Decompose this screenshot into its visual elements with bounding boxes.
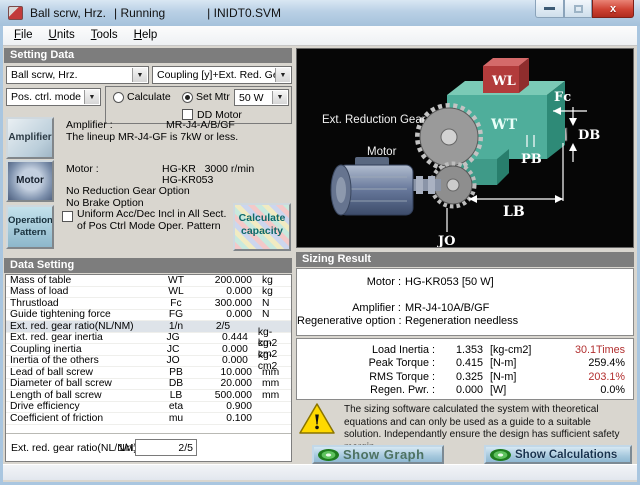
calculate-radio-label: Calculate [127, 91, 171, 103]
gear-ratio-symbol: 1/n: [118, 442, 136, 454]
result-regen-value: Regeneration needless [401, 315, 518, 327]
show-calculations-button[interactable]: Show Calculations [484, 445, 632, 464]
coupling-dropdown[interactable]: Coupling [y]+Ext. Red. Gear [y] ▼ [152, 66, 292, 84]
title-bar[interactable]: Ball scrw, Hrz. | Running | INIDT0.SVM x [0, 0, 640, 26]
metric-row: Load Inertia : 1.353 [kg-cm2] 30.1Times [297, 343, 633, 357]
sizing-result-header: Sizing Result [296, 252, 634, 267]
table-row[interactable]: Coefficient of frictionmu0.100 [6, 413, 291, 425]
table-row[interactable]: Length of ball screwLB500.000mm [6, 390, 291, 402]
capacity-dropdown[interactable]: 50 W ▼ [234, 89, 289, 106]
close-icon: x [610, 3, 616, 15]
motor-diagram-label: Motor [367, 146, 397, 158]
table-row[interactable]: Lead of ball screwPB10.000mm [6, 367, 291, 379]
mechanism-dropdown[interactable]: Ball scrw, Hrz. ▼ [6, 66, 149, 84]
motor-note-reduction: No Reduction Gear Option [66, 185, 190, 197]
fc-label: Fc [554, 90, 571, 105]
chevron-down-icon: ▼ [132, 68, 147, 82]
close-button[interactable]: x [592, 0, 634, 18]
window-status: | Running [114, 6, 165, 20]
calculate-capacity-button[interactable]: Calculate capacity [233, 203, 291, 251]
amplifier-note: The lineup MR-J4-GF is 7kW or less. [66, 131, 238, 143]
jo-label: JO [437, 234, 455, 247]
amplifier-value: MR-J4-A/B/GF [166, 119, 235, 131]
table-row[interactable]: Drive efficiencyeta0.900 [6, 402, 291, 414]
result-panel: WL WT [296, 46, 634, 462]
result-amplifier-label: Amplifier : [297, 302, 401, 314]
exclamation-icon: ! [313, 410, 322, 434]
chevron-down-icon: ▼ [275, 68, 290, 82]
table-row[interactable]: ThrustloadFc300.000N [6, 298, 291, 310]
warning-icon: ! [298, 402, 336, 436]
table-row[interactable]: Diameter of ball screwDB20.000mm [6, 379, 291, 391]
table-row[interactable]: Mass of loadWL0.000kg [6, 287, 291, 299]
control-mode-dropdown[interactable]: Pos. ctrl. mode ▼ [6, 88, 101, 106]
metric-row: RMS Torque : 0.325 [N-m] 203.1% [297, 370, 633, 384]
result-regen-label: Regenerative option : [297, 315, 401, 327]
metric-row: Peak Torque : 0.415 [N-m] 259.4% [297, 357, 633, 371]
uniform-accdec-checkbox[interactable] [62, 211, 73, 222]
data-setting-header: Data Setting [4, 258, 292, 273]
menu-bar: File Units Tools Help [3, 26, 637, 46]
app-icon [8, 6, 23, 20]
gear-ratio-input[interactable] [135, 439, 197, 456]
minimize-button[interactable] [535, 0, 564, 18]
setting-data-header: Setting Data [4, 48, 292, 63]
motor-button[interactable]: Motor [6, 160, 54, 202]
ball-screw-diagram: WL WT [297, 49, 633, 247]
mechanism-illustration: WL WT [296, 48, 634, 248]
regen-power-ratio: 0.0% [506, 384, 633, 396]
result-amplifier-value: MR-J4-10A/B/GF [401, 302, 489, 314]
uniform-accdec-label: Uniform Acc/Dec Incl in All Sect. of Pos… [77, 208, 233, 232]
table-row[interactable]: Guide tightening forceFG0.000N [6, 310, 291, 322]
lb-label: LB [503, 204, 525, 220]
wt-label: WT [490, 117, 518, 133]
menu-help[interactable]: Help [126, 27, 166, 44]
ext-gear-label: Ext. Reduction Gear [322, 114, 426, 126]
pb-label: PB [521, 152, 542, 167]
status-bar [3, 464, 637, 480]
chevron-down-icon: ▼ [272, 91, 287, 104]
db-label: DB [578, 128, 600, 143]
amplifier-button[interactable]: Amplifier [6, 117, 54, 159]
eye-icon [318, 449, 339, 461]
menu-tools[interactable]: Tools [83, 27, 126, 44]
eye-icon [490, 449, 511, 461]
setting-panel: Setting Data Ball scrw, Hrz. ▼ Coupling … [4, 46, 292, 462]
menu-units[interactable]: Units [41, 27, 83, 44]
chevron-down-icon: ▼ [84, 90, 99, 104]
table-row[interactable]: Mass of tableWT200.000kg [6, 275, 291, 287]
table-footer-divider [6, 433, 291, 434]
menu-file[interactable]: File [6, 27, 41, 44]
minimize-icon [544, 7, 555, 10]
load-metrics-box: Load Inertia : 1.353 [kg-cm2] 30.1Times … [296, 338, 634, 400]
show-graph-button[interactable]: Show Graph [312, 445, 444, 464]
app-window: Ball scrw, Hrz. | Running | INIDT0.SVM x… [0, 0, 640, 485]
client-area: Setting Data Ball scrw, Hrz. ▼ Coupling … [3, 46, 637, 482]
data-setting-table: Mass of tableWT200.000kg Mass of loadWL0… [5, 274, 292, 462]
set-mtr-radio[interactable] [182, 92, 193, 103]
maximize-icon [574, 5, 583, 13]
gear-ratio-edit-row: Ext. red. gear ratio(NL/NM) 1/n: [6, 439, 291, 459]
metric-row: Regen. Pwr. : 0.000 [W] 0.0% [297, 384, 633, 398]
table-row[interactable]: Inertia of the othersJO0.000kg-cm2 [6, 356, 291, 368]
maximize-button[interactable] [564, 0, 592, 18]
operation-pattern-button[interactable]: Operation Pattern [6, 205, 54, 249]
load-inertia-ratio: 30.1Times [531, 344, 633, 356]
result-motor-label: Motor : [297, 276, 401, 288]
wl-label: WL [491, 74, 516, 89]
set-mtr-radio-label: Set Mtr [196, 91, 230, 103]
motor-label: Motor : [66, 163, 99, 175]
sizing-result-box: Motor : HG-KR053 [50 W] Amplifier : MR-J… [296, 268, 634, 336]
amplifier-label: Amplifier : [66, 119, 113, 131]
window-file: | INIDT0.SVM [207, 6, 281, 20]
result-motor-value: HG-KR053 [50 W] [401, 276, 494, 288]
calculate-radio[interactable] [113, 92, 124, 103]
peak-torque-ratio: 259.4% [516, 357, 633, 369]
window-title: Ball scrw, Hrz. [30, 6, 106, 20]
rms-torque-ratio: 203.1% [516, 371, 633, 383]
